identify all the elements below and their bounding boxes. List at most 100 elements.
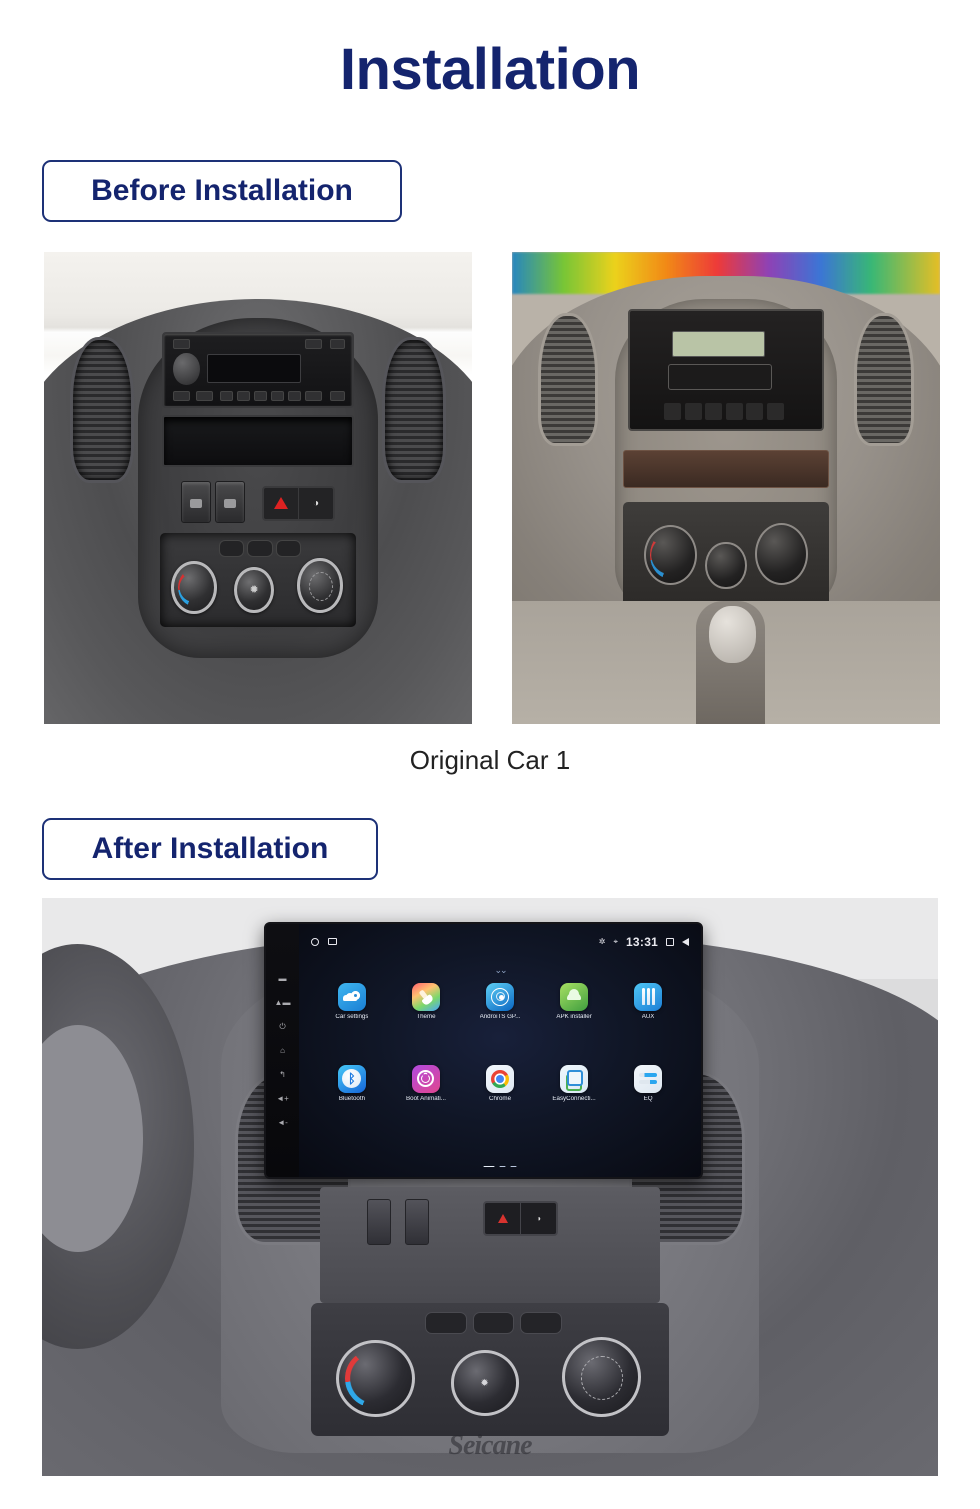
radio-button <box>173 338 191 349</box>
chevron-down-icon[interactable]: ⌄⌄ <box>494 965 507 976</box>
radio-button <box>305 391 323 402</box>
hazard-triangle-icon <box>485 1202 522 1234</box>
fan-speed-knob <box>450 1350 519 1416</box>
radio-button <box>195 391 213 402</box>
factory-radio-unit <box>627 308 825 432</box>
window-switch-pair <box>180 480 246 524</box>
gear-shift-knob <box>708 606 756 663</box>
app-label: EasyConnecti... <box>552 1095 596 1102</box>
installation-page: Installation Before Installation ◑ ✹ Ori… <box>0 0 980 1509</box>
app-androits-gps[interactable]: AndroiTS GP... <box>463 982 537 1063</box>
hvac-button-row <box>425 1311 562 1335</box>
air-vent-right <box>854 313 915 446</box>
radio-preset-row <box>664 403 784 420</box>
app-label: Car settings <box>335 1013 369 1020</box>
home-icon[interactable]: ⌂ <box>280 1046 285 1055</box>
mute-icon[interactable]: ▬ <box>279 975 287 983</box>
factory-radio-unit <box>161 332 355 408</box>
app-bluetooth[interactable]: ᛒ Bluetooth <box>315 1064 389 1145</box>
volume-down-icon[interactable]: ◄- <box>277 1118 288 1127</box>
radio-volume-knob <box>173 352 200 385</box>
window-switch <box>367 1198 392 1245</box>
app-car-settings[interactable]: Car settings <box>315 982 389 1063</box>
air-vent-left <box>69 336 134 484</box>
watermark: Seicane <box>448 1429 532 1461</box>
fan-speed-knob <box>234 566 274 614</box>
car-settings-icon[interactable] <box>337 982 366 1011</box>
app-boot-animation[interactable]: Boot Animati... <box>389 1064 463 1145</box>
app-eq[interactable]: EQ <box>611 1064 685 1145</box>
window-switch <box>214 480 246 524</box>
gps-radar-icon[interactable] <box>486 982 514 1011</box>
radio-button <box>329 391 345 402</box>
bluetooth-icon[interactable]: ᛒ <box>337 1064 366 1093</box>
android-robot-icon[interactable] <box>560 982 589 1011</box>
app-theme[interactable]: Theme <box>389 982 463 1063</box>
switch-panel: ◑ <box>319 1187 661 1303</box>
radio-button <box>329 338 345 349</box>
app-label: EQ <box>643 1095 653 1102</box>
hazard-switch-panel: ◑ <box>262 485 336 522</box>
app-label: AUX <box>641 1013 655 1020</box>
back-icon[interactable] <box>682 937 690 946</box>
volume-up-icon[interactable]: ◄+ <box>276 1094 289 1103</box>
photo-original-dashboard-front: ◑ <box>44 252 472 724</box>
radio-preset <box>254 391 268 402</box>
app-label: Bluetooth <box>338 1095 366 1102</box>
aux-cable-icon[interactable] <box>634 982 663 1011</box>
power-icon[interactable]: ⏻ <box>279 1022 285 1031</box>
rear-fog-light-icon: ◑ <box>313 497 320 509</box>
radio-preset <box>237 391 251 402</box>
before-photos-caption: Original Car 1 <box>409 745 571 775</box>
radio-preset <box>271 391 285 402</box>
eject-icon[interactable]: ▲▬ <box>275 998 291 1007</box>
status-bar: ✲ ⌖ 13:31 <box>299 924 701 959</box>
section-chip-before-installation: Before Installation <box>42 160 402 222</box>
air-mode-knob <box>561 1337 641 1417</box>
app-chrome[interactable]: Chrome <box>463 1064 537 1145</box>
android-head-unit[interactable]: ▬ ▲▬ ⏻ ⌂ ↰ ◄+ ◄- ✲ ⌖ 13:31 ⌄⌄ Car settin… <box>264 922 704 1180</box>
circle-icon[interactable] <box>310 937 319 946</box>
app-label: Chrome <box>489 1095 512 1102</box>
location-icon: ⌖ <box>613 936 618 946</box>
rear-defrost-button <box>472 1311 515 1335</box>
temperature-knob <box>335 1339 415 1417</box>
rear-fog-light-icon: ◑ <box>536 1213 542 1223</box>
rear-defrost-button <box>247 540 273 558</box>
hazard-switch-panel: ◑ <box>483 1200 559 1236</box>
page-indicator[interactable] <box>483 1165 517 1168</box>
air-mode-knob <box>754 522 809 586</box>
cassette-deck <box>668 364 773 391</box>
photo-original-dashboard-angled <box>512 252 940 724</box>
radio-preset <box>288 391 302 402</box>
air-mode-knob <box>297 558 343 614</box>
recents-icon[interactable] <box>666 937 675 946</box>
defrost-button <box>425 1311 468 1335</box>
section-chip-after-installation: After Installation <box>42 818 378 880</box>
radio-preset <box>220 391 234 402</box>
app-grid: Car settings Theme AndroiTS GP... APK in… <box>315 982 685 1145</box>
hvac-control-panel <box>623 502 829 606</box>
defrost-button <box>218 540 244 558</box>
equalizer-icon[interactable] <box>634 1064 663 1093</box>
page-title: Installation <box>339 37 641 102</box>
radio-button <box>173 391 191 402</box>
easy-connection-icon[interactable] <box>560 1064 589 1093</box>
back-icon[interactable]: ↰ <box>279 1070 286 1079</box>
hvac-control-panel <box>310 1302 670 1436</box>
window-switch <box>180 480 212 524</box>
head-unit-side-button-bar[interactable]: ▬ ▲▬ ⏻ ⌂ ↰ ◄+ ◄- <box>266 924 299 1178</box>
app-apk-installer[interactable]: APK installer <box>537 982 611 1063</box>
status-bar-clock: 13:31 <box>625 934 659 949</box>
power-ring-icon[interactable] <box>411 1064 440 1093</box>
wood-trim-strip <box>623 450 829 488</box>
app-aux[interactable]: AUX <box>611 982 685 1063</box>
app-label: AndroiTS GP... <box>479 1013 521 1020</box>
air-vent-left <box>537 313 598 446</box>
hvac-button-row <box>218 540 302 558</box>
image-icon[interactable] <box>327 938 337 946</box>
paint-brush-icon[interactable] <box>411 982 440 1011</box>
chrome-icon[interactable] <box>486 1064 514 1093</box>
app-easyconnection[interactable]: EasyConnecti... <box>537 1064 611 1145</box>
head-unit-screen[interactable]: ✲ ⌖ 13:31 ⌄⌄ Car settings Theme AndroiTS… <box>298 924 702 1178</box>
